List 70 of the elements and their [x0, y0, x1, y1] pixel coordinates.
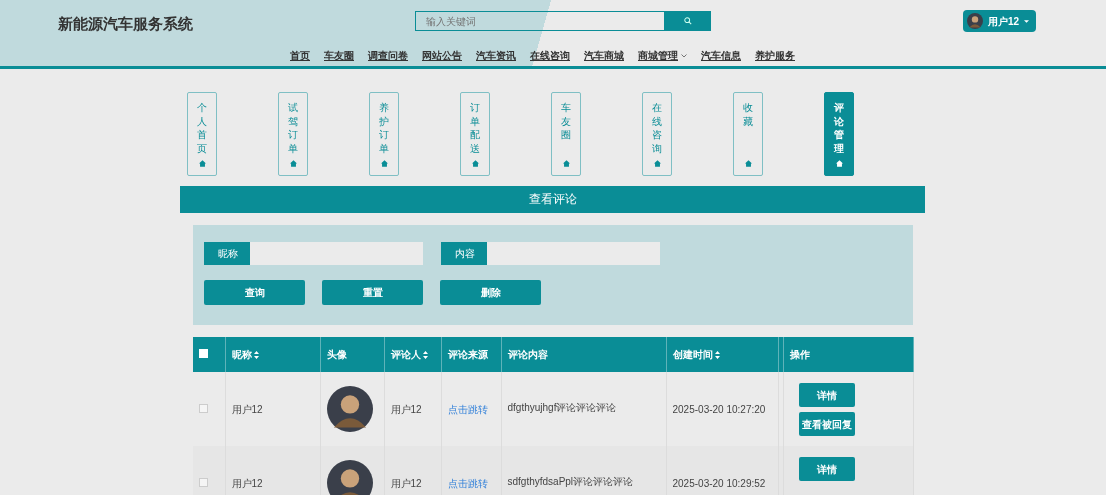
- home-icon: [380, 160, 388, 167]
- sort-icon[interactable]: [254, 351, 260, 360]
- input-field[interactable]: [487, 242, 660, 265]
- side-menu-tab[interactable]: 在线咨询: [642, 92, 672, 176]
- home-icon: [653, 160, 661, 167]
- nav-link[interactable]: 汽车资讯: [476, 48, 516, 63]
- avatar-icon: [326, 460, 373, 495]
- source-link[interactable]: 点击跳转: [447, 477, 488, 489]
- panel-title: 查看评论: [180, 186, 925, 213]
- column-header: 头像: [326, 349, 347, 360]
- side-menu-tab[interactable]: 养护订单: [369, 92, 399, 176]
- field-label: 内容: [441, 242, 487, 265]
- nav-link[interactable]: 在线咨询: [530, 48, 570, 63]
- row-action-button[interactable]: 查看被回复: [798, 412, 855, 436]
- nav-link[interactable]: 汽车商城: [584, 48, 624, 63]
- action-button[interactable]: 查询: [204, 280, 305, 305]
- table-cell: 用户12: [390, 477, 422, 489]
- table-cell: dfgthyujhgf评论评论评论: [507, 402, 617, 413]
- column-header: 操作: [789, 349, 810, 360]
- home-icon: [744, 160, 752, 167]
- nav-link[interactable]: 汽车信息: [701, 48, 741, 63]
- field-label: 昵称: [204, 242, 250, 265]
- chevron-icon: [681, 53, 687, 58]
- home-icon: [471, 160, 479, 167]
- nav-link[interactable]: 商城管理: [638, 48, 687, 63]
- table-cell: 用户12: [231, 403, 263, 415]
- row-checkbox[interactable]: [199, 403, 208, 413]
- action-button[interactable]: 删除: [440, 280, 541, 305]
- column-header: 评论内容: [507, 349, 548, 360]
- action-button[interactable]: 重置: [322, 280, 423, 305]
- nav-link[interactable]: 车友圈: [324, 48, 354, 63]
- home-icon: [562, 160, 570, 167]
- search-field[interactable]: 输入关键词: [415, 11, 665, 31]
- column-header: 评论来源: [447, 349, 488, 360]
- table-cell: 2025-03-20 10:29:52: [672, 477, 766, 489]
- nav-link[interactable]: 网站公告: [422, 48, 462, 63]
- row-action-button[interactable]: 详情: [798, 457, 855, 481]
- source-link[interactable]: 点击跳转: [447, 403, 488, 415]
- column-header: 昵称: [231, 349, 260, 360]
- home-icon: [198, 160, 206, 167]
- side-menu-tab[interactable]: 收藏: [733, 92, 763, 176]
- side-menu-tab[interactable]: 车友圈: [551, 92, 581, 176]
- column-header: 评论人: [390, 349, 429, 360]
- home-icon: [835, 160, 843, 167]
- sort-icon[interactable]: [423, 351, 429, 360]
- caret-icon: [1024, 19, 1030, 23]
- table-cell: sdfgthyfdsaPpl评论评论评论: [507, 476, 634, 487]
- user-menu-button[interactable]: 用户12: [963, 10, 1037, 32]
- nav-link[interactable]: 首页: [290, 48, 310, 63]
- side-menu-tab[interactable]: 试驾订单: [278, 92, 308, 176]
- home-icon: [289, 160, 297, 167]
- avatar-icon: [326, 386, 373, 432]
- select-all-checkbox[interactable]: [199, 349, 208, 358]
- row-checkbox[interactable]: [199, 477, 208, 487]
- nav-link[interactable]: 养护服务: [755, 48, 795, 63]
- nav-link[interactable]: 调查问卷: [368, 48, 408, 63]
- search-button[interactable]: [665, 11, 711, 31]
- search-icon: [684, 17, 692, 25]
- side-menu-tab[interactable]: 个人首页: [187, 92, 217, 176]
- sort-icon[interactable]: [715, 351, 721, 360]
- side-menu-tab[interactable]: 评论管理: [824, 92, 854, 176]
- side-menu-tab[interactable]: 订单配送: [460, 92, 490, 176]
- row-action-button[interactable]: 详情: [798, 383, 855, 407]
- table-cell: 用户12: [231, 477, 263, 489]
- column-header: 创建时间: [672, 349, 721, 360]
- avatar-icon: [967, 13, 983, 29]
- table-cell: 用户12: [390, 403, 422, 415]
- site-title: 新能源汽车服务系统: [58, 14, 193, 34]
- input-field[interactable]: [250, 242, 423, 265]
- table-cell: 2025-03-20 10:27:20: [672, 403, 766, 415]
